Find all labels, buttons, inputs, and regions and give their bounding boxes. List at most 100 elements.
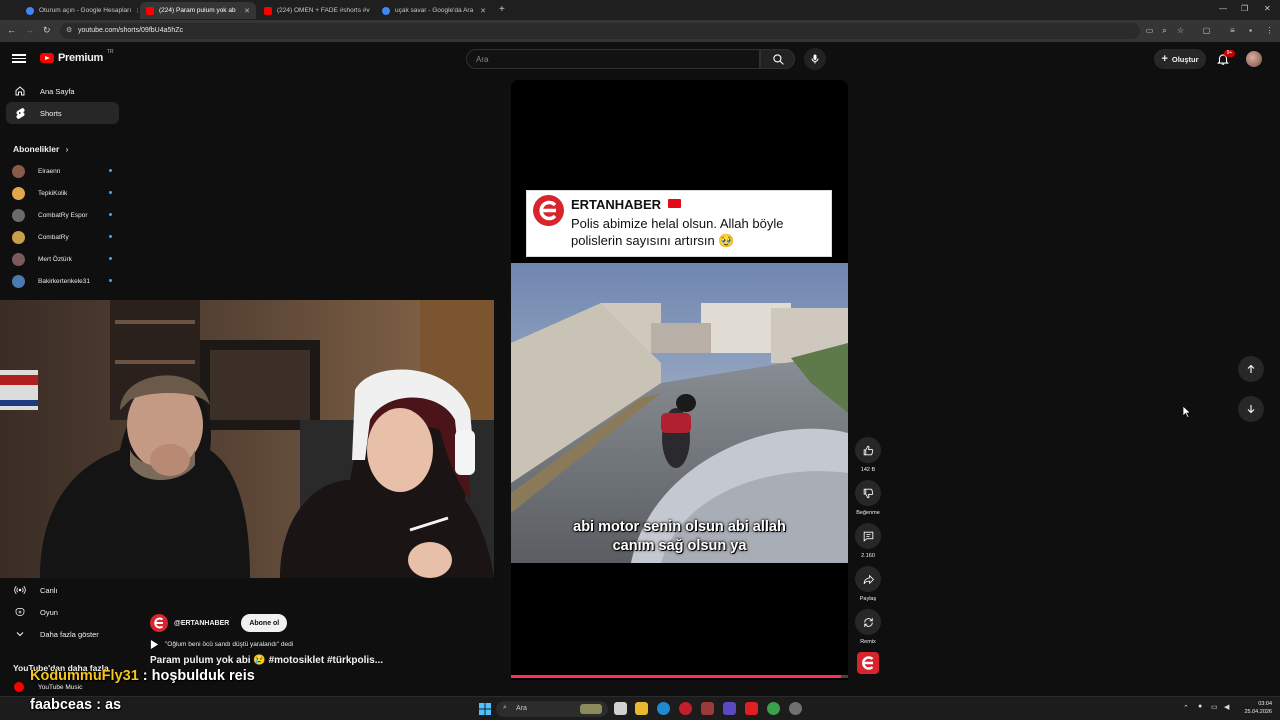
- file-explorer-icon[interactable]: [635, 702, 648, 715]
- maximize-icon[interactable]: ❐: [1241, 4, 1248, 13]
- reload-icon[interactable]: ↻: [43, 25, 51, 36]
- chat-username: KodummuFly31: [30, 668, 139, 684]
- next-short-button[interactable]: [1238, 396, 1264, 422]
- logo-text: Premium: [58, 52, 103, 64]
- new-tab-button[interactable]: +: [499, 4, 505, 15]
- opera-icon[interactable]: [679, 702, 692, 715]
- play-icon: [150, 640, 159, 649]
- subscription-item[interactable]: CombatRy Espor: [12, 208, 112, 222]
- zoom-icon[interactable]: ⌕: [1160, 26, 1169, 35]
- live-icon: [14, 585, 26, 595]
- app-icon[interactable]: [701, 702, 714, 715]
- address-input[interactable]: ⚙ youtube.com/shorts/09fbU4a5hZc: [60, 23, 1140, 39]
- subscribe-button[interactable]: Abone ol: [241, 614, 288, 632]
- channel-avatar: [12, 208, 25, 222]
- remix-button[interactable]: [855, 609, 881, 635]
- share-icon: [863, 574, 874, 584]
- app-icon[interactable]: [745, 702, 758, 715]
- sidebar-item-home[interactable]: Ana Sayfa: [6, 80, 119, 102]
- chat-text: : hoşbulduk reis: [142, 668, 255, 684]
- bookmark-star-icon[interactable]: ☆: [1176, 26, 1185, 35]
- news-source-name: ERTANHABER: [571, 197, 681, 212]
- app-icon[interactable]: [789, 702, 802, 715]
- network-icon[interactable]: ▭: [1211, 703, 1218, 711]
- tray-chevron-icon[interactable]: ⌃: [1183, 704, 1189, 712]
- search-highlight-icon: [580, 704, 602, 714]
- browser-tab[interactable]: uçak savar - Google'da Ara ✕: [376, 2, 492, 19]
- video-progress-bar[interactable]: [511, 675, 848, 678]
- subscription-name: TepkiKolik: [38, 189, 68, 197]
- forward-icon[interactable]: →: [25, 25, 34, 35]
- browser-tab[interactable]: (224) OMEN + FADE #shorts #v ✕: [258, 2, 374, 19]
- new-content-dot: [109, 169, 112, 172]
- close-tab-icon[interactable]: ✕: [480, 7, 486, 15]
- shorts-video-player[interactable]: ERTANHABER Polis abimize helal olsun. Al…: [511, 80, 848, 680]
- notification-badge: 9+: [1224, 50, 1235, 57]
- sound-row[interactable]: "Oğlum beni öcü sandı düştü yaralandı" d…: [150, 640, 293, 649]
- sidebar-item-live[interactable]: Canlı: [6, 579, 119, 601]
- action-label: 142 B: [860, 467, 876, 473]
- close-window-icon[interactable]: ✕: [1264, 4, 1271, 13]
- edge-icon[interactable]: [657, 702, 670, 715]
- chat-text: : as: [96, 697, 122, 713]
- comment-button[interactable]: [855, 523, 881, 549]
- taskbar-clock[interactable]: 03:04 25.04.2026: [1232, 700, 1272, 716]
- previous-short-button[interactable]: [1238, 356, 1264, 382]
- new-content-dot: [109, 191, 112, 194]
- action-label: Paylaş: [859, 596, 877, 602]
- tab-title: uçak savar - Google'da Ara: [395, 7, 474, 14]
- subscription-item[interactable]: TepkiKolik: [12, 186, 112, 200]
- voice-search-button[interactable]: [804, 48, 826, 70]
- app-icon[interactable]: [723, 702, 736, 715]
- minimize-icon[interactable]: —: [1219, 4, 1227, 13]
- thumbs-down-button[interactable]: [855, 480, 881, 506]
- subscription-item[interactable]: CombatRy: [12, 230, 112, 244]
- account-avatar[interactable]: [1246, 51, 1262, 67]
- create-button[interactable]: + Oluştur: [1154, 49, 1206, 69]
- action-label: Beğenme: [856, 510, 880, 516]
- browser-tab-active[interactable]: (224) Param pulum yok ab ✕: [140, 2, 256, 19]
- sidebar-item-shorts[interactable]: Shorts: [6, 102, 119, 124]
- chrome-icon[interactable]: [767, 702, 780, 715]
- channel-badge-icon[interactable]: [857, 652, 879, 674]
- channel-avatar[interactable]: [150, 614, 168, 632]
- profile-icon[interactable]: ▪: [1246, 26, 1255, 35]
- volume-icon[interactable]: ◀: [1224, 703, 1229, 711]
- taskbar-search-input[interactable]: ⌕ Ara: [496, 701, 608, 717]
- channel-name[interactable]: @ERTANHABER: [174, 620, 229, 627]
- youtube-premium-logo[interactable]: Premium TR: [40, 49, 114, 64]
- microphone-tray-icon[interactable]: ●: [1198, 703, 1202, 710]
- back-icon[interactable]: ←: [7, 25, 16, 35]
- thumbs-up-button[interactable]: [855, 437, 881, 463]
- microphone-icon: [811, 54, 819, 64]
- video-caption: abi motor senin olsun abi allah canım sa…: [511, 518, 848, 556]
- comment-icon: [863, 531, 873, 542]
- channel-row: @ERTANHABER Abone ol: [150, 614, 288, 632]
- subscription-item[interactable]: Elraenn: [12, 164, 112, 178]
- subscription-name: Elraenn: [38, 167, 61, 175]
- streamer-webcam-overlay: [0, 300, 494, 578]
- subscription-item[interactable]: Mert Öztürk: [12, 252, 112, 266]
- task-view-icon[interactable]: [614, 702, 627, 715]
- extensions-icon[interactable]: ▢: [1202, 26, 1211, 35]
- show-more-button[interactable]: Daha fazla göster: [6, 623, 119, 645]
- close-tab-icon[interactable]: ✕: [136, 7, 138, 15]
- sidebar-item-gaming[interactable]: Oyun: [6, 601, 119, 623]
- site-info-icon[interactable]: ⚙: [66, 26, 72, 34]
- news-source-text: ERTANHABER: [571, 197, 662, 212]
- cast-icon[interactable]: ▭: [1145, 26, 1154, 35]
- thumbs-up-icon: [863, 445, 873, 455]
- browser-menu-icon[interactable]: ⋮: [1265, 26, 1274, 35]
- subscriptions-heading[interactable]: Abonelikler ›: [13, 144, 69, 154]
- video-progress-fill: [511, 675, 842, 678]
- media-control-icon[interactable]: ≡: [1228, 26, 1237, 35]
- guide-menu-icon[interactable]: [12, 52, 26, 66]
- share-button[interactable]: [855, 566, 881, 592]
- search-input[interactable]: Ara: [466, 49, 760, 69]
- close-tab-icon[interactable]: ✕: [244, 7, 250, 15]
- subscription-item[interactable]: Bakirkertenkele31: [12, 274, 112, 288]
- search-button[interactable]: [760, 49, 795, 69]
- short-title[interactable]: Param pulum yok abi 😢 #motosiklet #türkp…: [150, 655, 383, 666]
- browser-tab[interactable]: Oturum açın - Google Hesapları ✕: [20, 2, 138, 19]
- windows-start-icon[interactable]: [479, 703, 491, 715]
